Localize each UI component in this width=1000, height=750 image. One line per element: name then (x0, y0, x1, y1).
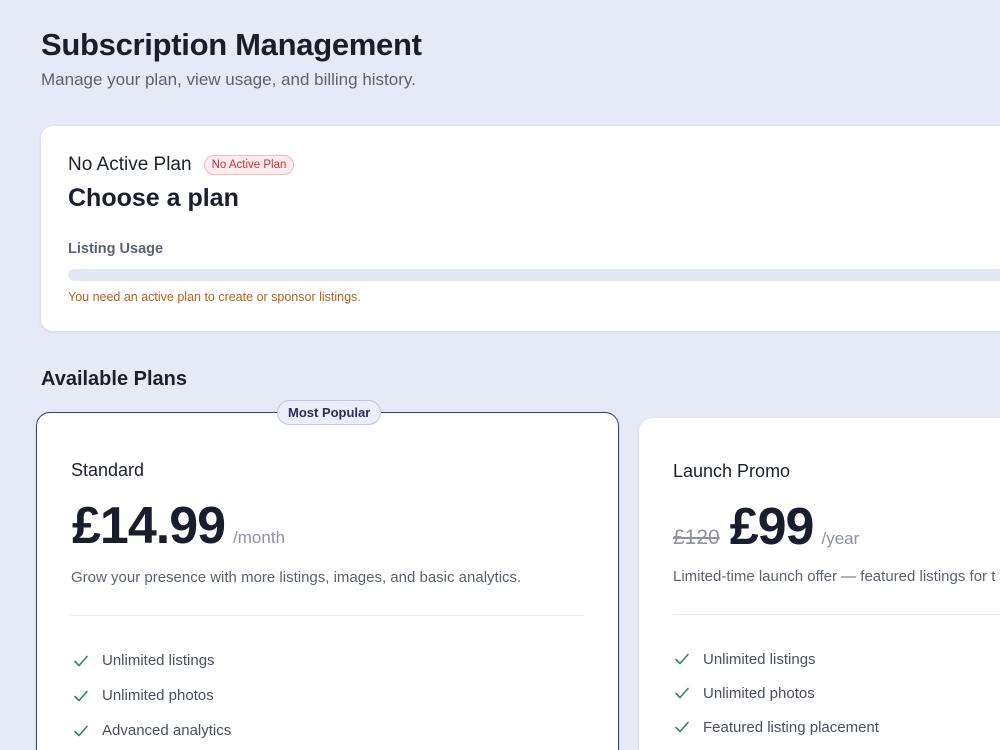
available-plans-title: Available Plans (41, 368, 187, 390)
check-icon (74, 655, 88, 666)
feature-label: Unlimited listings (703, 650, 816, 668)
plan-description: Limited-time launch offer — featured lis… (673, 568, 996, 585)
feature-list: Unlimited listings Unlimited photos Adva… (73, 643, 231, 748)
usage-warning: You need an active plan to create or spo… (68, 290, 361, 304)
price-row: £120 £99 /year (673, 497, 859, 557)
check-icon (675, 653, 689, 665)
feature-label: Unlimited listings (102, 652, 215, 669)
page-subtitle: Manage your plan, view usage, and billin… (41, 70, 416, 89)
feature-item: Advanced analytics (73, 713, 231, 748)
divider (71, 615, 584, 616)
feature-item: Featured listing placement (674, 710, 879, 744)
feature-item: Unlimited photos (674, 676, 879, 710)
plan-description: Grow your presence with more listings, i… (71, 569, 522, 586)
feature-label: Featured listing placement (703, 718, 879, 736)
check-icon (675, 687, 689, 699)
check-icon (74, 690, 88, 701)
plan-period: /year (821, 529, 860, 548)
feature-item: Unlimited photos (73, 678, 231, 713)
plan-name: Standard (71, 460, 145, 480)
plan-status-row: No Active Plan No Active Plan (68, 154, 295, 176)
feature-label: Unlimited photos (102, 687, 214, 704)
feature-list: Unlimited listings Unlimited photos Feat… (674, 642, 879, 744)
check-icon (74, 725, 88, 736)
page-title: Subscription Management (41, 27, 422, 62)
plan-name: Launch Promo (673, 461, 791, 481)
plan-original-price: £120 (673, 526, 720, 549)
current-plan-card: No Active Plan No Active Plan Choose a p… (41, 126, 1000, 331)
most-popular-badge: Most Popular (277, 400, 382, 425)
plan-period: /month (233, 528, 286, 547)
usage-label: Listing Usage (68, 241, 164, 257)
plan-card-launch-promo[interactable]: Launch Promo £120 £99 /year Limited-time… (639, 418, 1000, 750)
plan-price: £14.99 (72, 497, 226, 555)
plan-price: £99 (729, 498, 815, 556)
choose-plan-heading: Choose a plan (68, 184, 239, 212)
feature-item: Unlimited listings (674, 642, 879, 676)
check-icon (675, 721, 689, 733)
feature-label: Advanced analytics (102, 722, 232, 739)
price-row: £14.99 /month (72, 496, 285, 556)
plan-status-label: No Active Plan (68, 154, 192, 175)
subscription-page: Subscription Management Manage your plan… (0, 0, 1000, 750)
divider (673, 614, 1000, 615)
feature-item: Unlimited listings (73, 643, 231, 678)
status-badge: No Active Plan (203, 155, 295, 175)
plan-card-standard[interactable]: Most Popular Standard £14.99 /month Grow… (36, 400, 619, 750)
usage-progress-bar (68, 269, 1000, 281)
feature-label: Unlimited photos (703, 684, 815, 702)
